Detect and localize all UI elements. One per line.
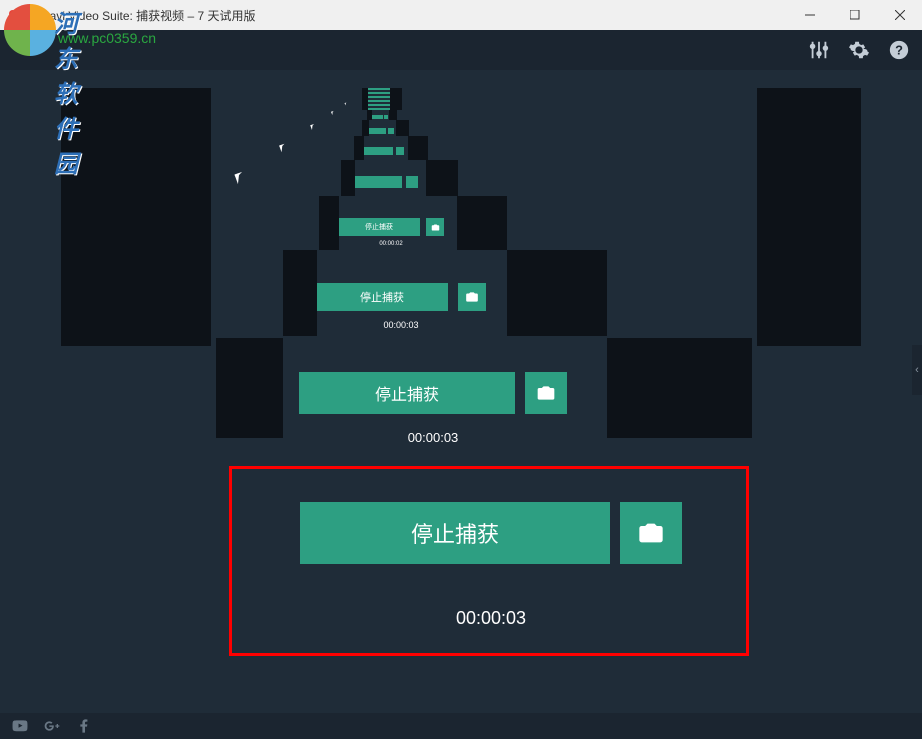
snapshot-button[interactable] [525, 372, 567, 414]
preview-side-panel [457, 196, 507, 250]
capture-controls-nested: 停止捕获 [306, 283, 496, 311]
snapshot-button [384, 115, 388, 119]
snapshot-button[interactable] [426, 218, 444, 236]
camera-icon [536, 383, 556, 403]
camera-icon [637, 519, 665, 547]
preview-side-panel [367, 110, 372, 120]
camera-icon [465, 290, 479, 304]
preview-side-panel [354, 136, 364, 160]
stop-capture-button [361, 147, 393, 155]
snapshot-button [406, 176, 418, 188]
capture-controls-nested: 停止捕获 [283, 372, 583, 414]
capture-controls-nested [359, 147, 405, 155]
gear-icon[interactable] [848, 39, 870, 61]
preview-side-panel [389, 110, 397, 120]
preview-side-panel [61, 88, 211, 346]
stop-capture-button[interactable]: 停止捕获 [338, 218, 420, 236]
preview-side-panel [362, 88, 368, 110]
cursor-icon [345, 102, 348, 105]
preview-side-panel [216, 338, 283, 438]
window-title: Movavi Video Suite: 捕获视频 – 7 天试用版 [27, 7, 256, 24]
stop-capture-button[interactable]: 停止捕获 [300, 502, 610, 564]
cursor-icon [310, 124, 315, 130]
cursor-icon [279, 144, 287, 152]
youtube-icon[interactable] [12, 718, 28, 734]
stop-capture-button [352, 176, 402, 188]
capture-timer: 00:00:03 [306, 320, 496, 330]
stop-capture-button[interactable]: 停止捕获 [316, 283, 448, 311]
close-button[interactable] [877, 0, 922, 30]
expand-handle[interactable] [912, 345, 922, 395]
window-titlebar: Movavi Video Suite: 捕获视频 – 7 天试用版 [0, 0, 922, 30]
preview-side-panel [319, 196, 339, 250]
stop-capture-button [366, 128, 386, 134]
snapshot-button[interactable] [620, 502, 682, 564]
stop-capture-label: 停止捕获 [365, 222, 393, 232]
help-icon[interactable]: ? [888, 39, 910, 61]
capture-controls-nested: 停止捕获 [332, 218, 450, 236]
capture-timer: 00:00:02 [332, 241, 450, 247]
snapshot-button [388, 128, 394, 134]
snapshot-button[interactable] [458, 283, 486, 311]
preview-side-panel [283, 250, 317, 336]
svg-text:?: ? [895, 43, 903, 58]
app-icon [6, 7, 22, 23]
footer-bar [0, 713, 922, 739]
preview-side-panel [607, 338, 752, 438]
capture-controls: 停止捕获 [281, 502, 701, 564]
preview-side-panel [362, 120, 369, 136]
facebook-icon[interactable] [76, 718, 92, 734]
preview-canvas: 停止捕获 00:00:03 停止捕获 00:00:03 停止捕获 00:00:0… [61, 88, 861, 712]
stop-capture-label: 停止捕获 [360, 289, 404, 305]
capture-timer: 00:00:03 [281, 608, 701, 629]
preview-side-panel [757, 88, 861, 346]
maximize-button[interactable] [832, 0, 877, 30]
stop-capture-button[interactable]: 停止捕获 [299, 372, 515, 414]
preview-side-panel [390, 88, 402, 110]
capture-controls-nested [369, 115, 389, 119]
preview-side-panel [341, 160, 355, 196]
snapshot-button [396, 147, 404, 155]
capture-controls-nested [349, 176, 421, 188]
cursor-icon [235, 172, 246, 184]
googleplus-icon[interactable] [44, 718, 60, 734]
preview-side-panel [396, 120, 409, 136]
minimize-button[interactable] [787, 0, 832, 30]
stop-capture-label: 停止捕获 [411, 517, 499, 549]
preview-side-panel [408, 136, 428, 160]
stop-capture-label: 停止捕获 [375, 381, 439, 405]
sliders-icon[interactable] [808, 39, 830, 61]
preview-area: 停止捕获 00:00:03 停止捕获 00:00:03 停止捕获 00:00:0… [0, 70, 922, 713]
camera-icon [431, 223, 440, 232]
capture-timer: 00:00:03 [283, 430, 583, 445]
preview-side-panel [426, 160, 458, 196]
recursion-vanishing-point [367, 88, 391, 110]
preview-side-panel [507, 250, 607, 336]
capture-controls-nested [365, 128, 395, 134]
app-toolbar: ? [0, 30, 922, 70]
cursor-icon [331, 111, 335, 115]
